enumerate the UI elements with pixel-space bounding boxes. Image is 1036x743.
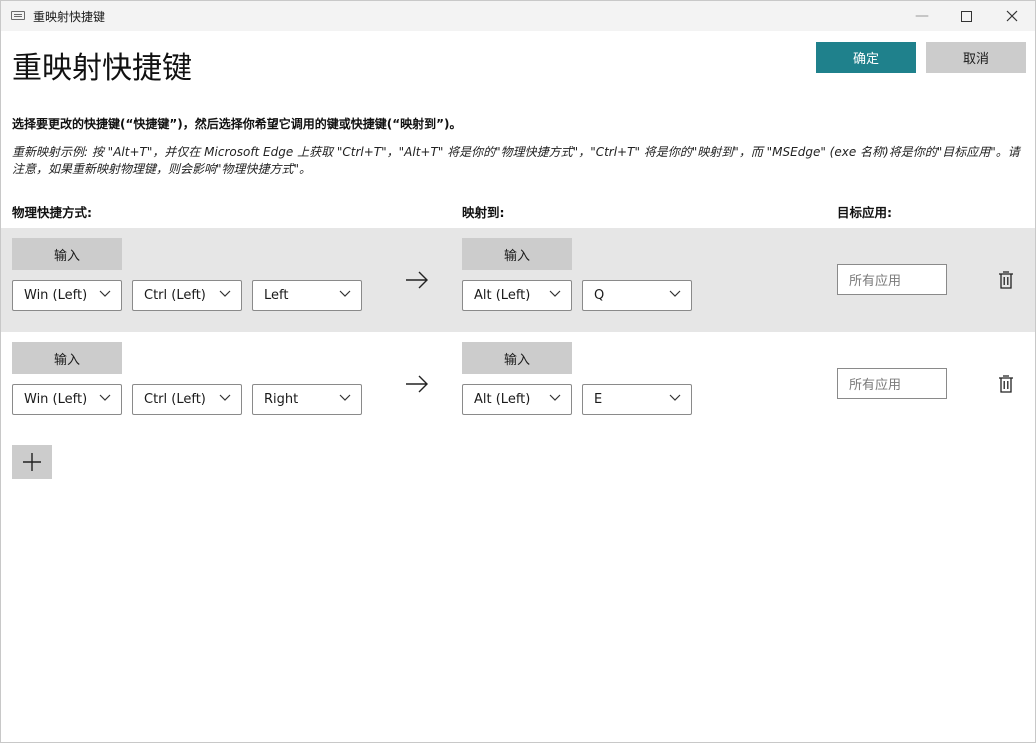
physical-key-dropdown[interactable]: Win (Left) bbox=[12, 280, 122, 311]
dropdown-value: Alt (Left) bbox=[474, 288, 531, 303]
dropdown-value: Ctrl (Left) bbox=[144, 392, 206, 407]
target-app-input[interactable]: 所有应用 bbox=[837, 264, 947, 295]
target-app-placeholder: 所有应用 bbox=[849, 378, 902, 393]
close-icon bbox=[1006, 10, 1018, 22]
mapped-input-button[interactable]: 输入 bbox=[462, 238, 572, 270]
target-app-placeholder: 所有应用 bbox=[849, 274, 902, 289]
physical-input-button[interactable]: 输入 bbox=[12, 238, 122, 270]
mapped-to-header: 映射到: bbox=[462, 205, 505, 220]
chevron-down-icon bbox=[669, 290, 681, 297]
dropdown-value: Alt (Left) bbox=[474, 392, 531, 407]
chevron-down-icon bbox=[339, 394, 351, 401]
chevron-down-icon bbox=[99, 290, 111, 297]
ok-button[interactable]: 确定 bbox=[816, 42, 916, 73]
arrow-right-icon bbox=[406, 375, 428, 393]
dropdown-value: Ctrl (Left) bbox=[144, 288, 206, 303]
physical-key-dropdown[interactable]: Ctrl (Left) bbox=[132, 280, 242, 311]
mapped-key-dropdown[interactable]: Alt (Left) bbox=[462, 384, 572, 415]
dropdown-value: Right bbox=[264, 392, 299, 407]
dropdown-value: Win (Left) bbox=[24, 288, 88, 303]
target-app-header: 目标应用: bbox=[837, 205, 892, 220]
physical-key-dropdown[interactable]: Right bbox=[252, 384, 362, 415]
plus-icon bbox=[23, 453, 41, 471]
dropdown-value: Q bbox=[594, 288, 605, 303]
remap-shortcuts-window: 重映射快捷键 — 重映射快捷键 确定 取消 选择要更改的快捷键(“快捷键”)，然… bbox=[0, 0, 1036, 743]
add-shortcut-button[interactable] bbox=[12, 445, 52, 479]
chevron-down-icon bbox=[549, 394, 561, 401]
chevron-down-icon bbox=[549, 290, 561, 297]
dropdown-value: E bbox=[594, 392, 603, 407]
example-text: 重新映射示例: 按 "Alt+T"，并仅在 Microsoft Edge 上获取… bbox=[12, 145, 1020, 176]
shortcut-row: 输入 Win (Left) Ctrl (Left) Left 输入 Alt (L… bbox=[1, 228, 1035, 332]
chevron-down-icon bbox=[219, 394, 231, 401]
mapped-input-button[interactable]: 输入 bbox=[462, 342, 572, 374]
trash-icon[interactable] bbox=[998, 374, 1014, 394]
mapped-key-dropdown[interactable]: Alt (Left) bbox=[462, 280, 572, 311]
chevron-down-icon bbox=[669, 394, 681, 401]
physical-shortcut-header: 物理快捷方式: bbox=[12, 205, 92, 220]
mapped-key-dropdown[interactable]: E bbox=[582, 384, 692, 415]
close-button[interactable] bbox=[989, 1, 1035, 31]
shortcut-row: 输入 Win (Left) Ctrl (Left) Right 输入 Alt (… bbox=[1, 332, 1035, 436]
dropdown-value: Win (Left) bbox=[24, 392, 88, 407]
keyboard-icon bbox=[11, 11, 25, 20]
physical-key-dropdown[interactable]: Ctrl (Left) bbox=[132, 384, 242, 415]
mapped-key-dropdown[interactable]: Q bbox=[582, 280, 692, 311]
cancel-button[interactable]: 取消 bbox=[926, 42, 1026, 73]
trash-icon[interactable] bbox=[998, 270, 1014, 290]
instruction-text: 选择要更改的快捷键(“快捷键”)，然后选择你希望它调用的键或快捷键(“映射到”)… bbox=[12, 117, 462, 131]
arrow-right-icon bbox=[406, 271, 428, 289]
chevron-down-icon bbox=[99, 394, 111, 401]
maximize-icon bbox=[960, 10, 972, 22]
physical-key-dropdown[interactable]: Win (Left) bbox=[12, 384, 122, 415]
maximize-button[interactable] bbox=[943, 1, 989, 31]
dropdown-value: Left bbox=[264, 288, 289, 303]
physical-input-button[interactable]: 输入 bbox=[12, 342, 122, 374]
chevron-down-icon bbox=[219, 290, 231, 297]
chevron-down-icon bbox=[339, 290, 351, 297]
minimize-button[interactable]: — bbox=[899, 1, 945, 31]
minimize-icon: — bbox=[915, 8, 929, 24]
title-bar: 重映射快捷键 — bbox=[1, 1, 1035, 31]
page-title: 重映射快捷键 bbox=[12, 51, 192, 86]
window-title: 重映射快捷键 bbox=[33, 10, 106, 24]
physical-key-dropdown[interactable]: Left bbox=[252, 280, 362, 311]
target-app-input[interactable]: 所有应用 bbox=[837, 368, 947, 399]
